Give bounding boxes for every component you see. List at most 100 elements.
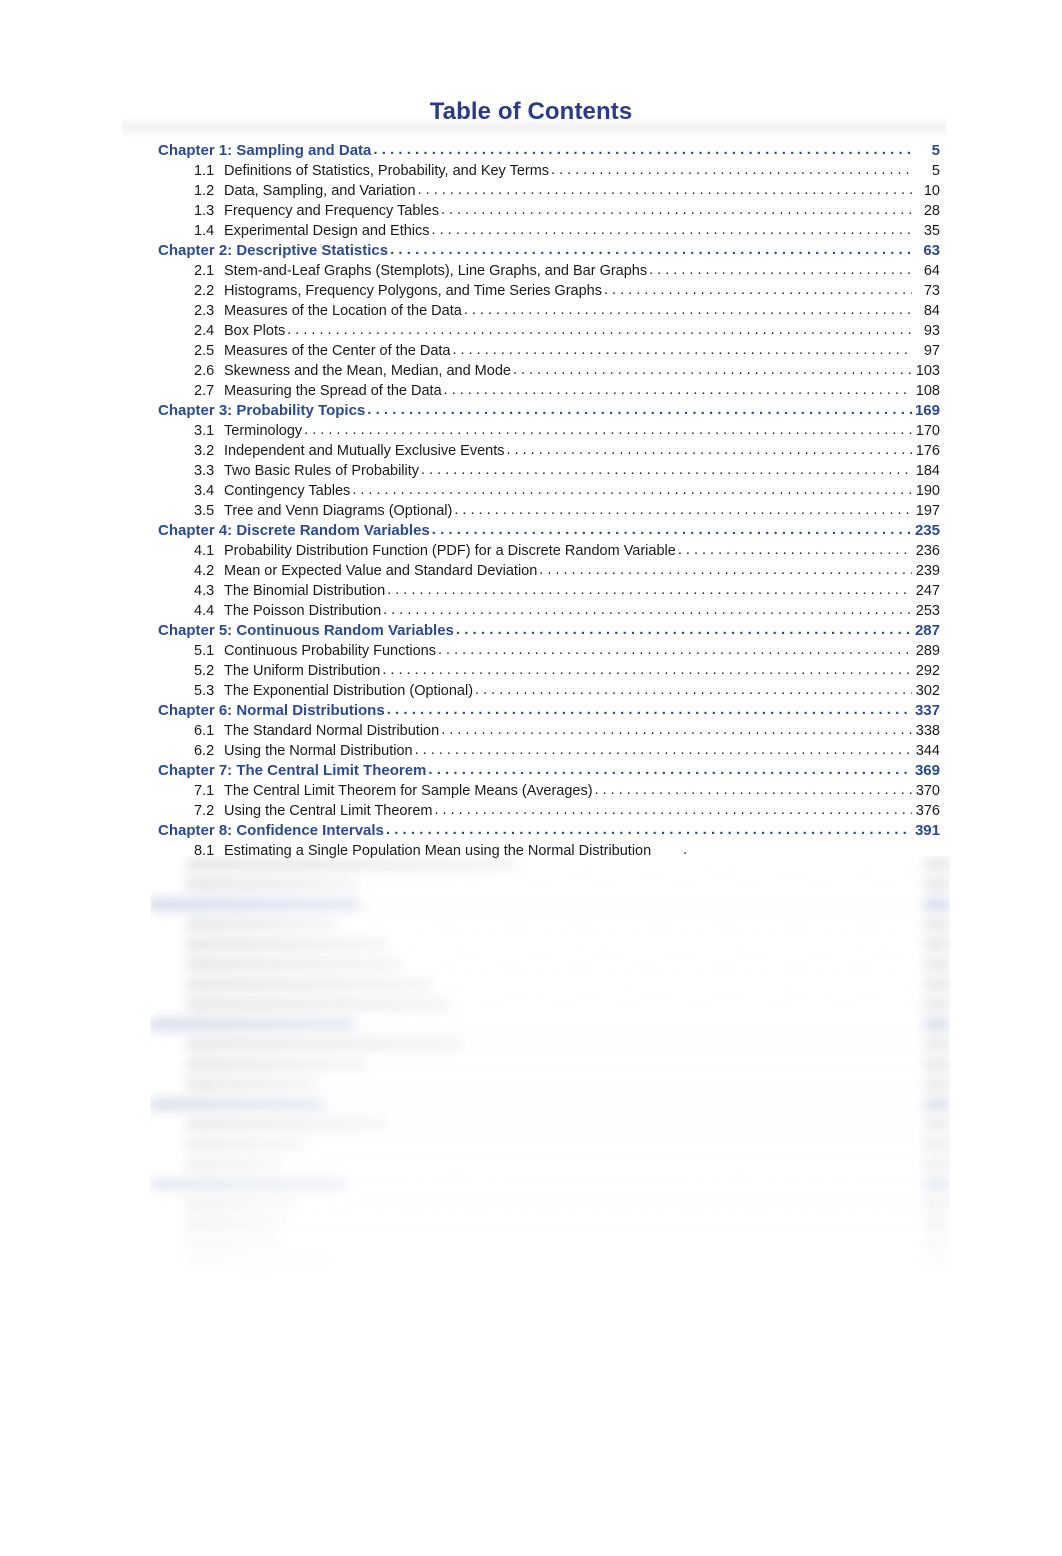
toc-chapter-row[interactable]: Chapter 5: Continuous Random Variables 28… — [158, 621, 940, 641]
toc-page-number: 289 — [915, 643, 940, 659]
toc-chapter-row[interactable]: Chapter 2: Descriptive Statistics 63 — [158, 241, 940, 261]
toc-page-number: 176 — [915, 443, 940, 459]
toc-section-row[interactable]: 6.2 Using the Normal Distribution 344 — [158, 741, 940, 761]
toc-section-number: 4.4 — [194, 603, 215, 619]
obscured-toc-row — [150, 1016, 950, 1036]
toc-section-row[interactable]: 4.3 The Binomial Distribution 247 — [158, 581, 940, 601]
toc-page-number: 93 — [923, 323, 940, 339]
toc-section-row[interactable]: 7.1 The Central Limit Theorem for Sample … — [158, 781, 940, 801]
toc-chapter-row[interactable]: Chapter 3: Probability Topics 169 — [158, 401, 940, 421]
obscured-dot-leader — [358, 876, 922, 890]
toc-section-number: 3.1 — [194, 423, 215, 439]
toc-section-row[interactable]: 2.7 Measuring the Spread of the Data 108 — [158, 381, 940, 401]
toc-section-row[interactable]: 5.1 Continuous Probability Functions 289 — [158, 641, 940, 661]
toc-section-number: 3.5 — [194, 503, 215, 519]
obscured-toc-row — [150, 1216, 950, 1236]
obscured-toc-row — [150, 916, 950, 936]
dot-leader — [352, 480, 912, 494]
obscured-page-number — [924, 1039, 950, 1050]
dot-leader — [604, 280, 912, 294]
obscured-text — [150, 1099, 325, 1110]
obscured-text — [186, 1219, 286, 1230]
obscured-page-number — [924, 1179, 950, 1190]
toc-chapter-row[interactable]: Chapter 6: Normal Distributions 337 — [158, 701, 940, 721]
toc-page-number: 35 — [923, 223, 940, 239]
toc-section-row[interactable]: 1.2 Data, Sampling, and Variation 10 — [158, 181, 940, 201]
toc-page-number: 344 — [915, 743, 940, 759]
toc-section-title: Using the Central Limit Theorem — [224, 803, 433, 819]
toc-section-row[interactable]: 3.1 Terminology 170 — [158, 421, 940, 441]
toc-page-number: 5 — [931, 163, 940, 179]
toc-section-title: Stem-and-Leaf Graphs (Stemplots), Line G… — [224, 263, 648, 279]
toc-section-row[interactable]: 6.1 The Standard Normal Distribution 338 — [158, 721, 940, 741]
toc-section-row[interactable]: 4.2 Mean or Expected Value and Standard D… — [158, 561, 940, 581]
toc-section-title: Two Basic Rules of Probability — [224, 463, 420, 479]
obscured-toc-row — [150, 1056, 950, 1076]
toc-section-row[interactable]: 3.3 Two Basic Rules of Probability 184 — [158, 461, 940, 481]
obscured-dot-leader — [288, 1216, 922, 1230]
obscured-text — [186, 1279, 256, 1281]
toc-section-row[interactable]: 8.1 Estimating a Single Population Mean u… — [158, 841, 940, 861]
toc-section-row[interactable]: 1.4 Experimental Design and Ethics 35 — [158, 221, 940, 241]
toc-section-row[interactable]: 3.2 Independent and Mutually Exclusive Ev… — [158, 441, 940, 461]
toc-section-number: 2.3 — [194, 303, 215, 319]
toc-section-row[interactable]: 4.4 The Poisson Distribution 253 — [158, 601, 940, 621]
toc-section-row[interactable]: 2.4 Box Plots 93 — [158, 321, 940, 341]
toc-section-row[interactable]: 1.3 Frequency and Frequency Tables 28 — [158, 201, 940, 221]
toc-section-title: The Poisson Distribution — [224, 603, 382, 619]
toc-section-number: 6.2 — [194, 743, 215, 759]
obscured-page-number — [924, 1119, 950, 1130]
toc-section-number: 5.1 — [194, 643, 215, 659]
toc-section-row[interactable]: 2.1 Stem-and-Leaf Graphs (Stemplots), Lin… — [158, 261, 940, 281]
obscured-text — [186, 1059, 366, 1070]
toc-chapter-row[interactable]: Chapter 8: Confidence Intervals 391 — [158, 821, 940, 841]
dot-leader — [513, 360, 912, 374]
toc-section-number: 1.3 — [194, 203, 215, 219]
obscured-toc-row — [150, 1156, 950, 1176]
toc-section-title: The Uniform Distribution — [224, 663, 381, 679]
obscured-toc-row — [150, 1136, 950, 1156]
obscured-page-number — [924, 979, 950, 990]
toc-section-row[interactable]: 2.6 Skewness and the Mean, Median, and Mo… — [158, 361, 940, 381]
obscured-dot-leader — [308, 1136, 922, 1150]
obscured-dot-leader — [347, 1176, 922, 1190]
toc-page-number: 184 — [915, 463, 940, 479]
toc-section-title: Contingency Tables — [224, 483, 351, 499]
toc-section-row[interactable]: 5.2 The Uniform Distribution 292 — [158, 661, 940, 681]
toc-section-number: 1.2 — [194, 183, 215, 199]
dot-leader — [418, 180, 912, 194]
dot-leader — [428, 760, 912, 774]
toc-section-number: 7.2 — [194, 803, 215, 819]
dot-leader — [454, 500, 912, 514]
toc-section-title: Measures of the Center of the Data — [224, 343, 451, 359]
toc-chapter-row[interactable]: Chapter 1: Sampling and Data 5 — [158, 141, 940, 161]
toc-section-row[interactable]: 2.3 Measures of the Location of the Data 8… — [158, 301, 940, 321]
toc-page-number: 197 — [915, 503, 940, 519]
obscured-page-number — [924, 1259, 950, 1270]
toc-section-row[interactable]: 1.1 Definitions of Statistics, Probabilit… — [158, 161, 940, 181]
dot-leader — [507, 440, 912, 454]
toc-page-number: 10 — [923, 183, 940, 199]
toc-section-row[interactable]: 3.4 Contingency Tables 190 — [158, 481, 940, 501]
toc-section-title: Continuous Probability Functions — [224, 643, 436, 659]
dot-leader — [373, 140, 912, 154]
toc-chapter-row[interactable]: Chapter 4: Discrete Random Variables 235 — [158, 521, 940, 541]
toc-section-row[interactable]: 7.2 Using the Central Limit Theorem 376 — [158, 801, 940, 821]
toc-chapter-row[interactable]: Chapter 7: The Central Limit Theorem 369 — [158, 761, 940, 781]
obscured-toc-row — [150, 1116, 950, 1136]
obscured-dot-leader — [463, 1036, 922, 1050]
obscured-text — [186, 1039, 461, 1050]
toc-section-row[interactable]: 5.3 The Exponential Distribution (Optiona… — [158, 681, 940, 701]
obscured-text — [186, 979, 431, 990]
obscured-text — [186, 959, 401, 970]
toc-section-number: 2.6 — [194, 363, 215, 379]
toc-section-row[interactable]: 4.1 Probability Distribution Function (PD… — [158, 541, 940, 561]
obscured-dot-leader — [283, 1236, 922, 1250]
toc-section-number: 1.1 — [194, 163, 215, 179]
toc-section-row[interactable]: 3.5 Tree and Venn Diagrams (Optional) 197 — [158, 501, 940, 521]
obscured-page-number — [924, 899, 950, 910]
obscured-page-number — [924, 1239, 950, 1250]
toc-section-row[interactable]: 2.5 Measures of the Center of the Data 97 — [158, 341, 940, 361]
toc-section-row[interactable]: 2.2 Histograms, Frequency Polygons, and T… — [158, 281, 940, 301]
obscured-toc-row — [150, 1256, 950, 1276]
